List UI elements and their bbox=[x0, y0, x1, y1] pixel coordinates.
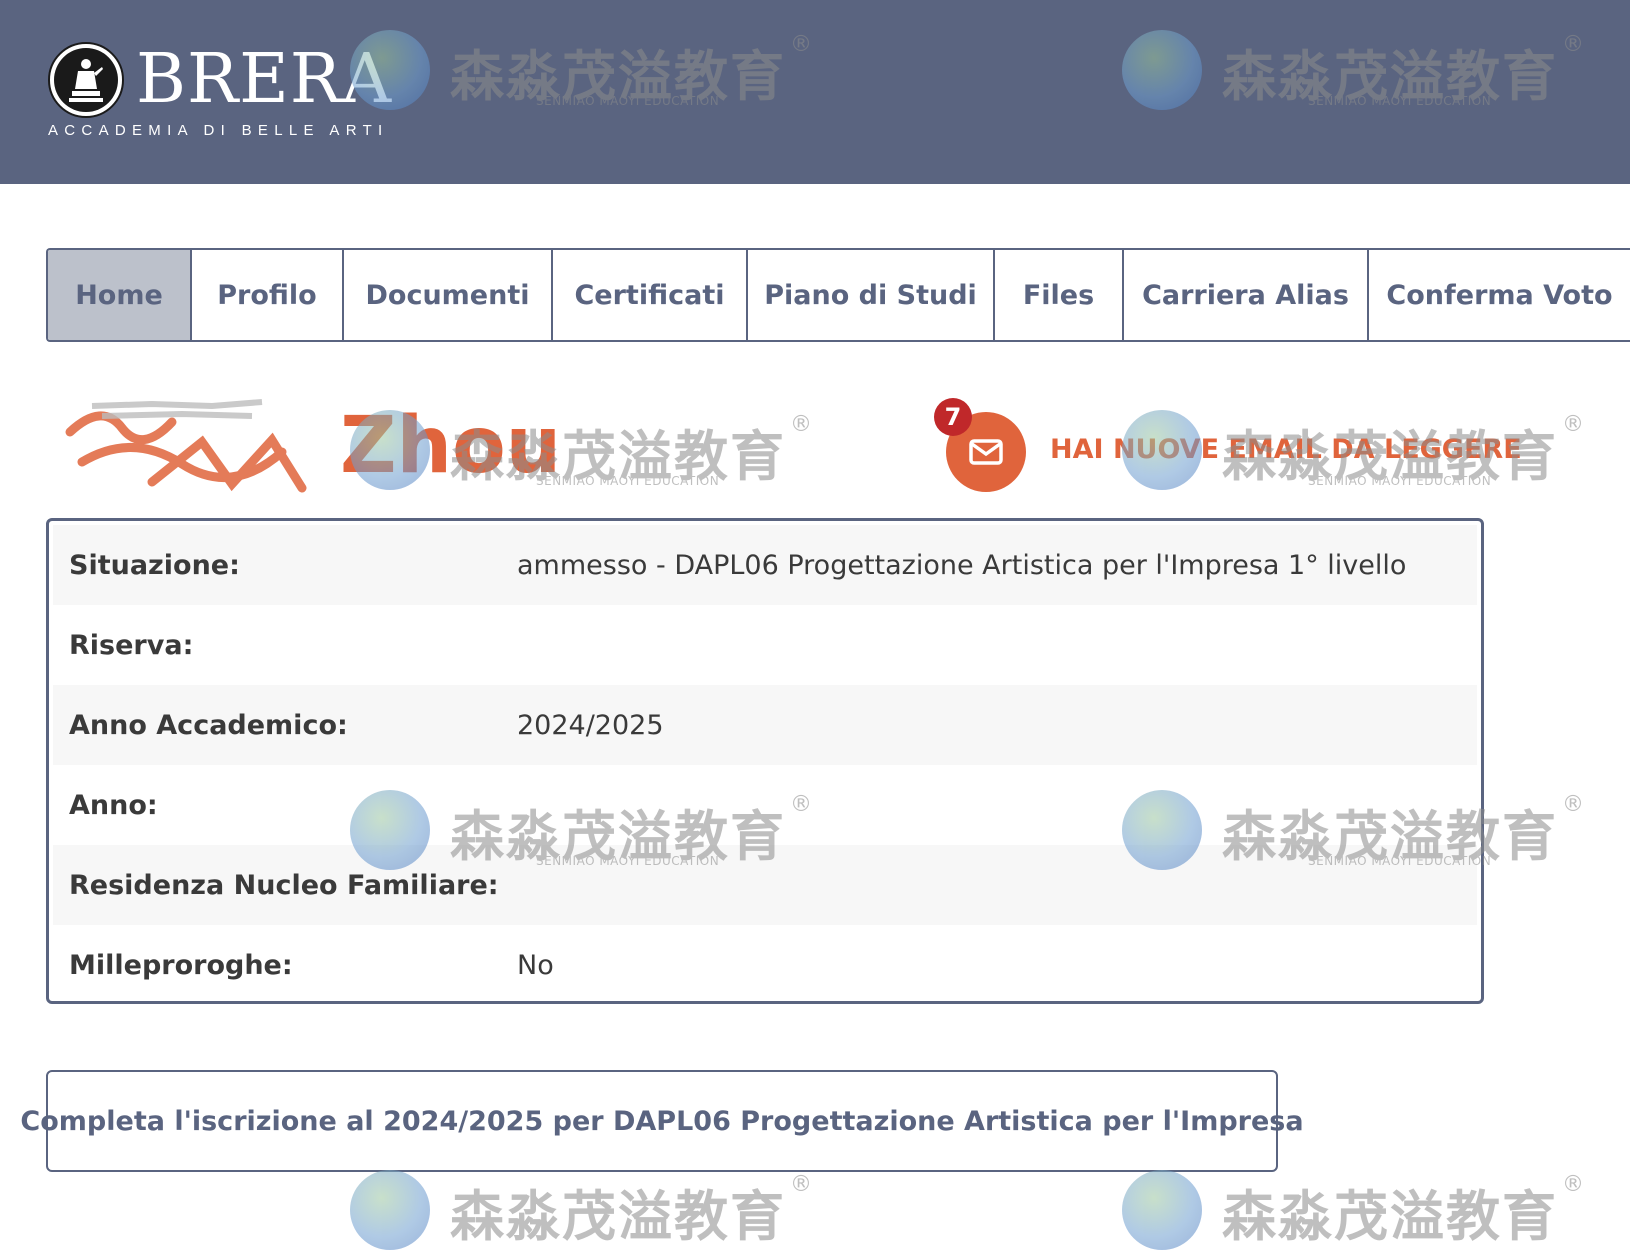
info-label: Anno Accademico: bbox=[69, 709, 348, 741]
info-row-anno-accademico: Anno Accademico: 2024/2025 bbox=[53, 685, 1477, 765]
info-row-residenza: Residenza Nucleo Familiare: bbox=[53, 845, 1477, 925]
tab-profilo[interactable]: Profilo bbox=[192, 250, 344, 340]
student-info-panel: Situazione: ammesso - DAPL06 Progettazio… bbox=[46, 518, 1484, 1004]
tab-carriera-alias[interactable]: Carriera Alias bbox=[1124, 250, 1369, 340]
info-row-anno: Anno: bbox=[53, 765, 1477, 845]
tab-home[interactable]: Home bbox=[48, 250, 192, 340]
mail-count-badge: 7 bbox=[934, 398, 972, 436]
info-value: ammesso - DAPL06 Progettazione Artistica… bbox=[517, 549, 1407, 581]
header-bar: BRERA ACCADEMIA DI BELLE ARTI bbox=[0, 0, 1630, 184]
logo-title: BRERA bbox=[136, 40, 393, 119]
info-row-riserva: Riserva: bbox=[53, 605, 1477, 685]
logo-subtitle: ACCADEMIA DI BELLE ARTI bbox=[48, 122, 389, 139]
watermark-globe-icon bbox=[1122, 1170, 1202, 1250]
tab-piano-di-studi[interactable]: Piano di Studi bbox=[748, 250, 995, 340]
info-label: Milleproroghe: bbox=[69, 949, 293, 981]
watermark-globe-icon bbox=[350, 1170, 430, 1250]
complete-enrollment-button[interactable]: Completa l'iscrizione al 2024/2025 per D… bbox=[20, 1070, 1304, 1172]
info-value: No bbox=[517, 949, 554, 981]
tab-documenti[interactable]: Documenti bbox=[344, 250, 553, 340]
info-label: Riserva: bbox=[69, 629, 194, 661]
info-row-milleproroghe: Milleproroghe: No bbox=[53, 925, 1477, 1005]
watermark: 森淼茂溢教育 ® bbox=[1122, 1170, 1584, 1250]
tab-conferma-voto[interactable]: Conferma Voto bbox=[1369, 250, 1630, 340]
user-signature-image bbox=[62, 392, 320, 498]
envelope-icon bbox=[969, 439, 1003, 465]
info-label: Situazione: bbox=[69, 549, 240, 581]
tab-files[interactable]: Files bbox=[995, 250, 1124, 340]
tab-certificati[interactable]: Certificati bbox=[553, 250, 748, 340]
main-tabs: Home Profilo Documenti Certificati Piano… bbox=[46, 248, 1630, 342]
info-row-situazione: Situazione: ammesso - DAPL06 Progettazio… bbox=[53, 525, 1477, 605]
info-label: Anno: bbox=[69, 789, 158, 821]
info-value: 2024/2025 bbox=[517, 709, 664, 741]
seal-icon bbox=[48, 42, 124, 118]
user-name: Zhou bbox=[340, 401, 562, 491]
watermark: 森淼茂溢教育 ® bbox=[350, 1170, 812, 1250]
mail-notice-link[interactable]: HAI NUOVE EMAIL DA LEGGERE bbox=[1050, 432, 1522, 468]
info-label: Residenza Nucleo Familiare: bbox=[69, 869, 499, 901]
